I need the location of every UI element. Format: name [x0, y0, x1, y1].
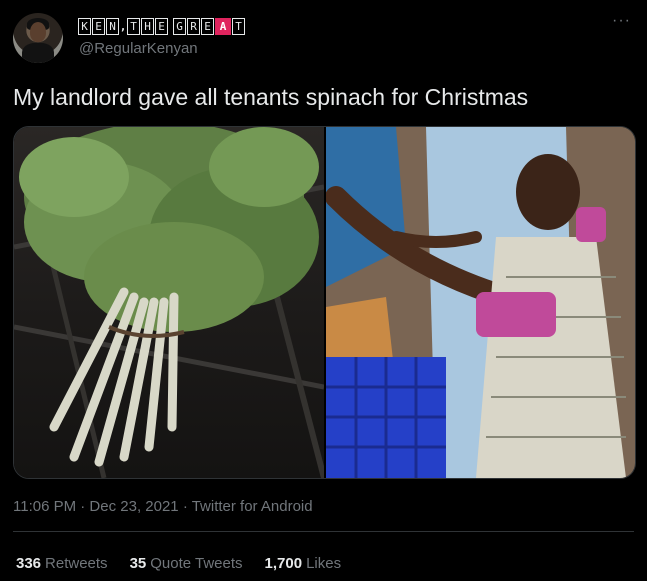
user-handle[interactable]: @RegularKenyan — [79, 40, 198, 57]
tweet-text: My landlord gave all tenants spinach for… — [13, 84, 529, 110]
child-gift-photo — [326, 127, 635, 478]
name-tile: K — [78, 17, 91, 35]
divider — [13, 531, 634, 532]
name-tile: R — [187, 17, 200, 35]
name-tile: E — [92, 17, 105, 35]
avatar[interactable] — [13, 13, 63, 63]
avatar-head — [30, 22, 46, 42]
engagement-stats: 336 Retweets 35 Quote Tweets 1,700 Likes — [16, 555, 341, 572]
display-name[interactable]: K E N , T H E G R E A T — [78, 16, 245, 36]
name-tile-gap — [169, 18, 172, 35]
spinach-photo — [14, 127, 324, 478]
name-tile: T — [232, 17, 245, 35]
name-tile: N — [106, 17, 119, 35]
media-image-child-gift[interactable] — [326, 127, 635, 478]
retweets-stat[interactable]: 336 Retweets — [16, 555, 108, 572]
quote-tweets-stat[interactable]: 35 Quote Tweets — [130, 555, 243, 572]
name-tile: T — [127, 17, 140, 35]
name-tile: G — [173, 17, 186, 35]
likes-stat[interactable]: 1,700 Likes — [265, 555, 342, 572]
name-tile: E — [155, 17, 168, 35]
media-image-spinach[interactable] — [14, 127, 324, 478]
tweet-media[interactable] — [13, 126, 636, 479]
avatar-body — [22, 43, 54, 63]
display-name-tiles: K E N , T H E G R E A T — [78, 17, 245, 35]
tweet-timestamp[interactable]: 11:06 PM · Dec 23, 2021 · Twitter for An… — [13, 498, 313, 515]
name-tile: E — [201, 17, 214, 35]
name-tile: H — [141, 17, 154, 35]
name-tile-comma: , — [119, 19, 127, 33]
more-horizontal-icon[interactable]: ··· — [612, 12, 631, 30]
name-tile-highlight: A — [215, 17, 231, 35]
